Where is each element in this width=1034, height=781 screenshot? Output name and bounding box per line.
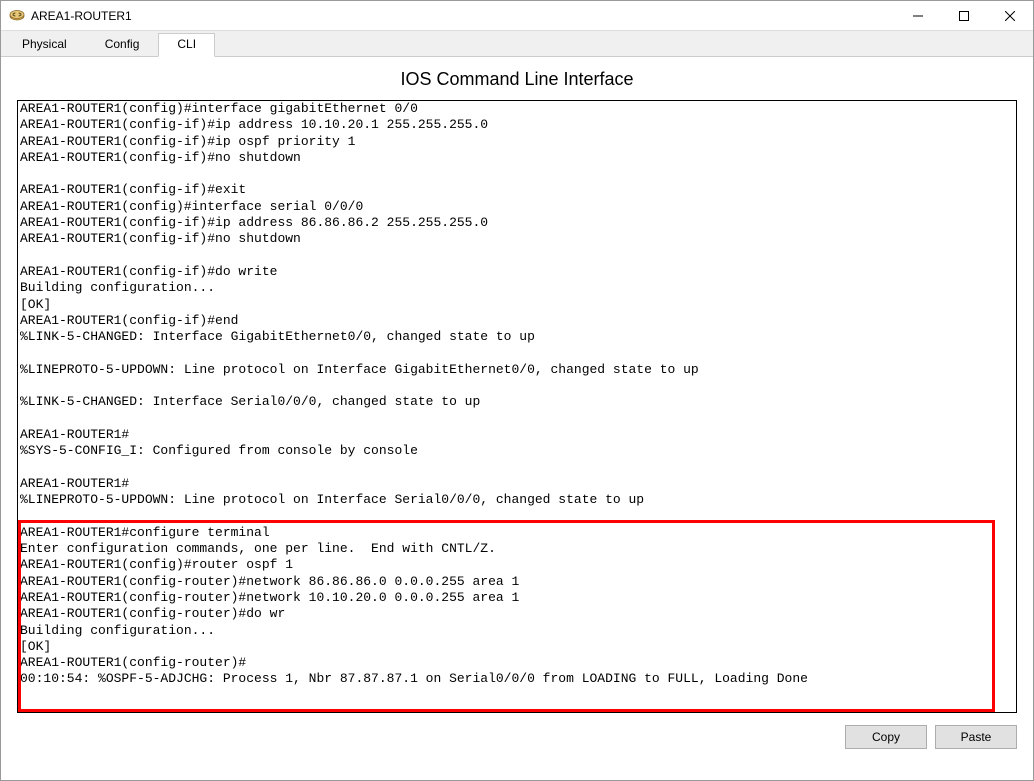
cli-heading: IOS Command Line Interface (17, 69, 1017, 90)
terminal-container: AREA1-ROUTER1(config)#interface gigabitE… (17, 100, 1017, 713)
minimize-button[interactable] (895, 1, 941, 31)
tab-cli[interactable]: CLI (158, 33, 215, 57)
window-controls (895, 1, 1033, 30)
content-area: IOS Command Line Interface AREA1-ROUTER1… (1, 57, 1033, 713)
maximize-button[interactable] (941, 1, 987, 31)
tab-config[interactable]: Config (86, 33, 159, 56)
paste-button[interactable]: Paste (935, 725, 1017, 749)
copy-button[interactable]: Copy (845, 725, 927, 749)
cli-terminal[interactable]: AREA1-ROUTER1(config)#interface gigabitE… (18, 101, 1016, 712)
router-icon (9, 8, 25, 24)
window-title: AREA1-ROUTER1 (31, 9, 895, 23)
tab-bar: Physical Config CLI (1, 31, 1033, 57)
titlebar: AREA1-ROUTER1 (1, 1, 1033, 31)
close-button[interactable] (987, 1, 1033, 31)
tab-physical[interactable]: Physical (3, 33, 86, 56)
button-row: Copy Paste (1, 713, 1033, 761)
